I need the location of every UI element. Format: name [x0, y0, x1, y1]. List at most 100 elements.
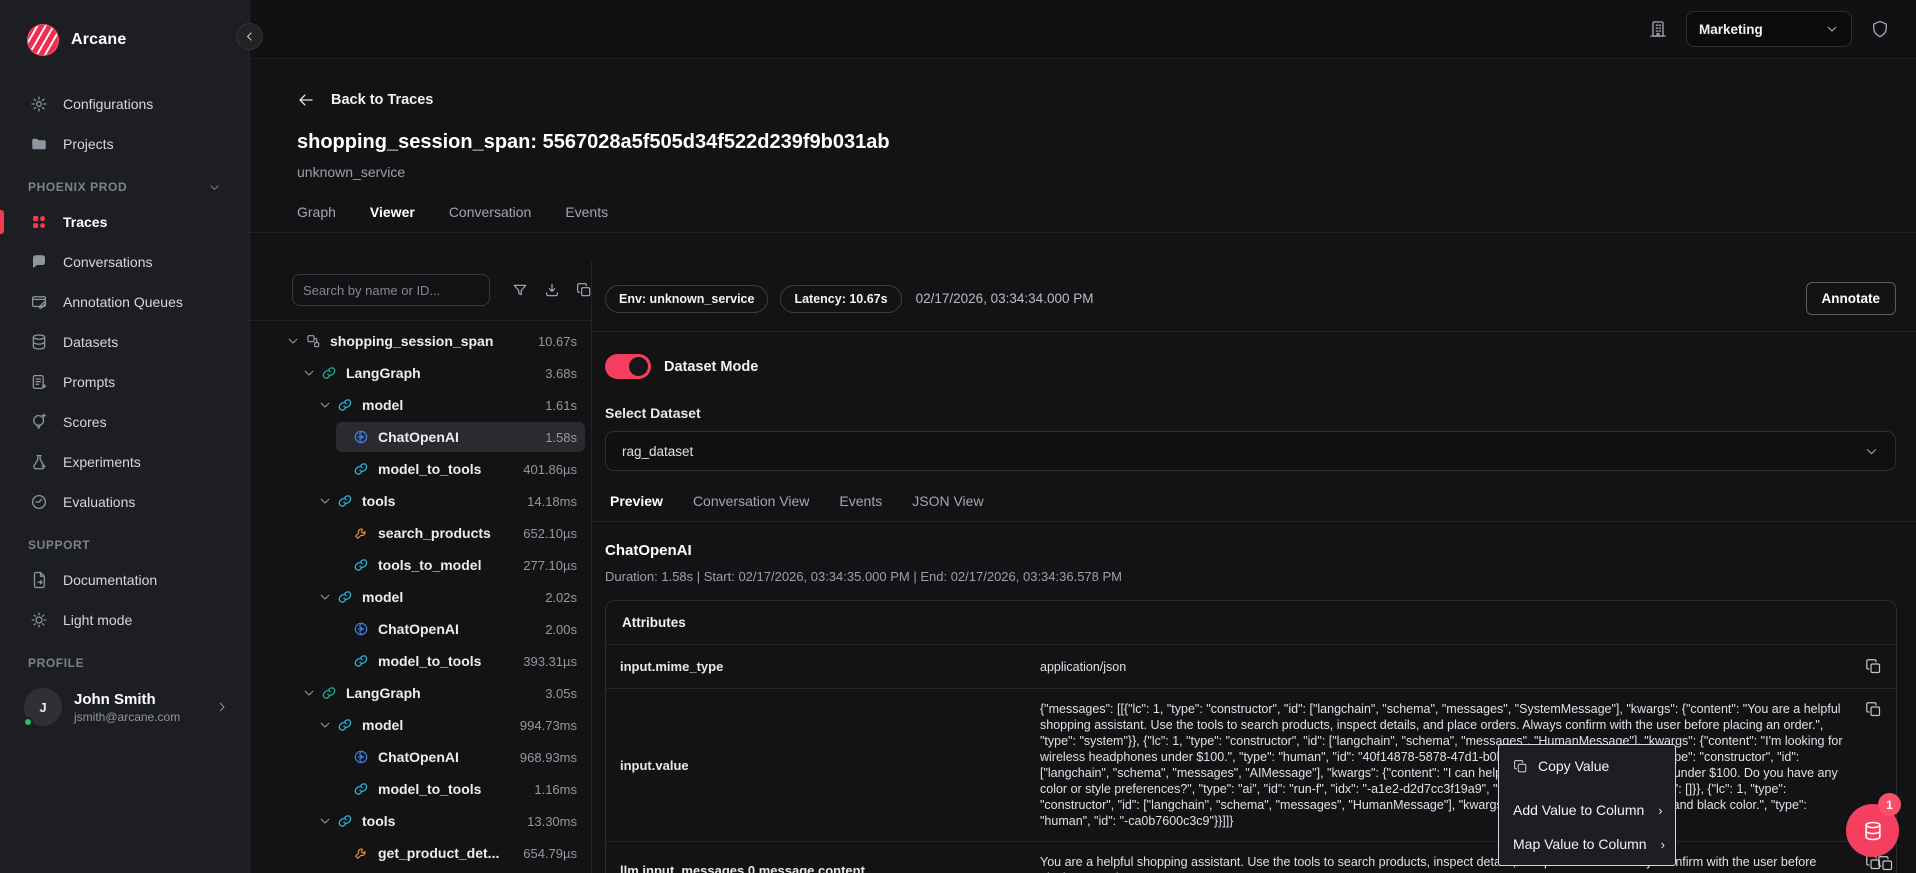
tree-row[interactable]: search_products 652.10µs: [250, 517, 591, 549]
tree-row[interactable]: model_to_tools 401.86µs: [250, 453, 591, 485]
copy-icon[interactable]: [1865, 658, 1882, 675]
tab-graph[interactable]: Graph: [297, 204, 336, 220]
span-duration: 13.30ms: [527, 813, 577, 829]
chevron-down-icon: [1825, 22, 1839, 36]
tree-row[interactable]: ChatOpenAI 2.00s: [250, 613, 591, 645]
sidebar-item-label: Datasets: [63, 334, 119, 350]
sidebar-item-traces[interactable]: Traces: [0, 202, 249, 242]
chevron-down-icon: [334, 462, 348, 476]
context-menu-item-map-value-to-column[interactable]: Map Value to Column ›: [1499, 827, 1675, 861]
detail-tab-events[interactable]: Events: [839, 493, 882, 509]
tree-row[interactable]: model 2.02s: [250, 581, 591, 613]
sidebar-item-prompts[interactable]: Prompts: [0, 362, 249, 402]
profile-row[interactable]: J John Smith jsmith@arcane.com: [0, 678, 249, 748]
sidebar-collapse-button[interactable]: [236, 23, 263, 50]
sidebar-item-experiments[interactable]: Experiments: [0, 442, 249, 482]
detail-tabs: Preview Conversation View Events JSON View: [592, 471, 1916, 522]
sidebar-item-annotation-queues[interactable]: Annotation Queues: [0, 282, 249, 322]
tree-row[interactable]: tools 13.30ms: [250, 805, 591, 837]
search-input[interactable]: [292, 274, 490, 306]
chevron-down-icon[interactable]: [302, 686, 316, 700]
span-duration: 3.68s: [545, 365, 577, 381]
tab-events[interactable]: Events: [565, 204, 608, 220]
chevron-down-icon[interactable]: [208, 181, 221, 194]
detail-tab-conversation-view[interactable]: Conversation View: [693, 493, 809, 509]
brand-name: Arcane: [71, 31, 127, 48]
download-icon[interactable]: [544, 282, 560, 298]
tree-row[interactable]: ChatOpenAI 968.93ms: [250, 741, 591, 773]
workspace-select[interactable]: Marketing: [1686, 11, 1852, 47]
back-to-traces[interactable]: Back to Traces: [250, 59, 1916, 109]
detail-tab-preview[interactable]: Preview: [610, 493, 663, 509]
link-icon: [321, 365, 337, 381]
sidebar-section-project[interactable]: PHOENIX PROD: [0, 164, 249, 202]
tab-viewer[interactable]: Viewer: [370, 204, 415, 220]
shield-icon[interactable]: [1870, 19, 1890, 39]
tree-row[interactable]: shopping_session_span 10.67s: [250, 325, 591, 357]
context-menu-item-copy-value[interactable]: Copy Value: [1499, 749, 1675, 783]
sidebar-item-projects[interactable]: Projects: [0, 124, 249, 164]
chevron-down-icon[interactable]: [318, 814, 332, 828]
sidebar-item-evaluations[interactable]: Evaluations: [0, 482, 249, 522]
wrench-icon: [353, 845, 369, 861]
flask-icon: [30, 453, 48, 471]
chevron-right-icon: [215, 700, 229, 714]
link-icon: [353, 461, 369, 477]
sidebar-item-documentation[interactable]: Documentation: [0, 560, 249, 600]
sidebar-item-light-mode[interactable]: Light mode: [0, 600, 249, 640]
detail-header: Env: unknown_service Latency: 10.67s 02/…: [592, 260, 1916, 332]
span-icon: [305, 333, 321, 349]
chevron-down-icon[interactable]: [318, 590, 332, 604]
tree-row[interactable]: model_to_tools 1.16ms: [250, 773, 591, 805]
chevron-down-icon[interactable]: [318, 494, 332, 508]
sun-icon: [30, 611, 48, 629]
tree-row[interactable]: LangGraph 3.05s: [250, 677, 591, 709]
sidebar-item-configurations[interactable]: Configurations: [0, 84, 249, 124]
chevron-down-icon[interactable]: [318, 718, 332, 732]
detail-tab-json-view[interactable]: JSON View: [912, 493, 983, 509]
copy-icon[interactable]: [1865, 701, 1882, 718]
span-name: get_product_det...: [378, 845, 500, 861]
span-duration: 277.10µs: [523, 557, 577, 573]
tree-row[interactable]: model 994.73ms: [250, 709, 591, 741]
span-duration: 2.02s: [545, 589, 577, 605]
traces-grid-icon: [30, 213, 48, 231]
link-icon: [353, 557, 369, 573]
copy-icon[interactable]: [1877, 855, 1894, 872]
sidebar-item-label: Projects: [63, 136, 114, 152]
arrow-left-icon[interactable]: [297, 91, 315, 109]
dataset-select[interactable]: rag_dataset: [605, 431, 1896, 471]
arcane-logo-icon: [27, 24, 59, 56]
chevron-down-icon[interactable]: [286, 334, 300, 348]
copy-icon[interactable]: [576, 282, 592, 298]
database-icon: [30, 333, 48, 351]
building-icon[interactable]: [1648, 19, 1668, 39]
tree-row[interactable]: LangGraph 3.68s: [250, 357, 591, 389]
chevron-left-icon: [243, 30, 256, 43]
trace-timestamp: 02/17/2026, 03:34:34.000 PM: [915, 291, 1094, 306]
tree-row[interactable]: get_product_det... 654.79µs: [250, 837, 591, 869]
filter-icon[interactable]: [512, 282, 528, 298]
context-menu-item-add-value-to-column[interactable]: Add Value to Column ›: [1499, 793, 1675, 827]
dataset-mode-toggle[interactable]: [605, 354, 651, 379]
span-name: ChatOpenAI: [378, 429, 459, 445]
tree-row[interactable]: model 1.61s: [250, 389, 591, 421]
tree-row[interactable]: tools 14.18ms: [250, 485, 591, 517]
annotation-icon: [30, 293, 48, 311]
sidebar-item-conversations[interactable]: Conversations: [0, 242, 249, 282]
sidebar-item-datasets[interactable]: Datasets: [0, 322, 249, 362]
dataset-mode-label: Dataset Mode: [664, 358, 759, 375]
chevron-down-icon[interactable]: [318, 398, 332, 412]
span-name: model_to_tools: [378, 781, 482, 797]
profile-email: jsmith@arcane.com: [74, 709, 181, 724]
tab-conversation[interactable]: Conversation: [449, 204, 532, 220]
tree-row[interactable]: model_to_tools 393.31µs: [250, 645, 591, 677]
chevron-down-icon[interactable]: [302, 366, 316, 380]
link-icon: [337, 813, 353, 829]
tree-row[interactable]: ChatOpenAI 1.58s: [250, 421, 591, 453]
sidebar: Arcane Configurations Projects PHOENIX PR…: [0, 0, 250, 873]
annotate-button[interactable]: Annotate: [1805, 282, 1896, 315]
chevron-down-icon: [334, 526, 348, 540]
sidebar-item-scores[interactable]: Scores: [0, 402, 249, 442]
tree-row[interactable]: tools_to_model 277.10µs: [250, 549, 591, 581]
